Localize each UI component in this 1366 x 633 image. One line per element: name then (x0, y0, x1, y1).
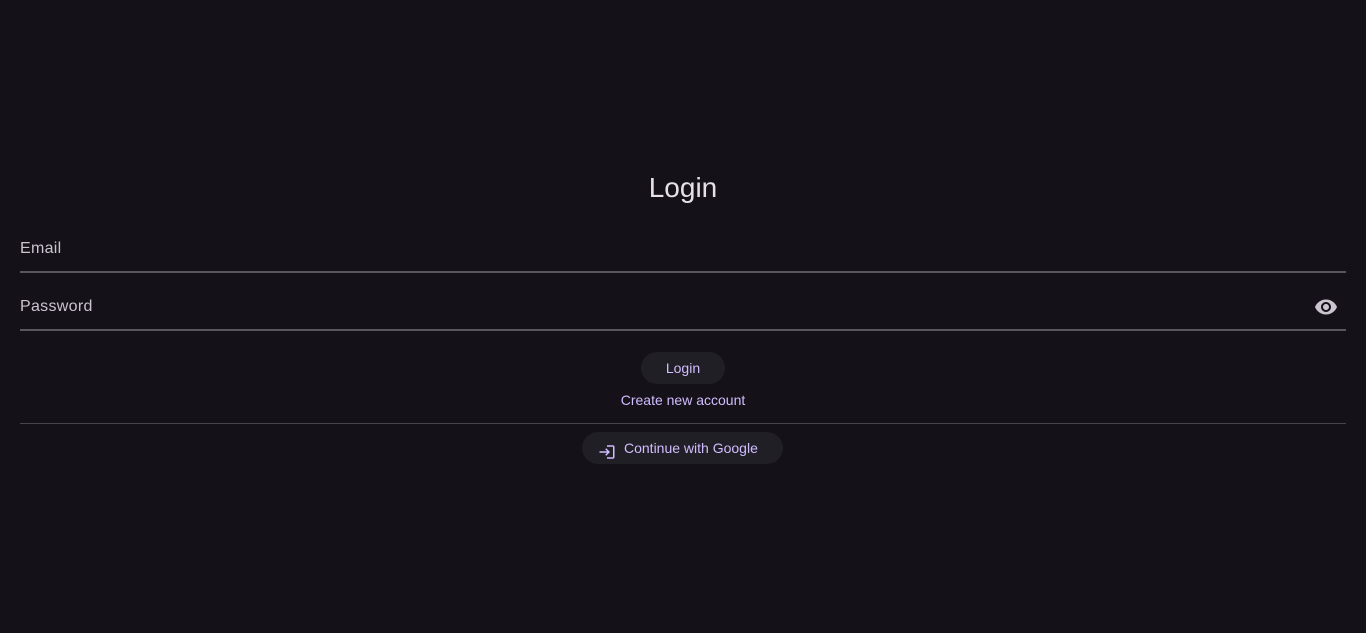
create-account-link[interactable]: Create new account (621, 392, 746, 408)
continue-with-google-button[interactable]: Continue with Google (582, 432, 783, 464)
google-button-label: Continue with Google (624, 440, 758, 456)
login-page: Login Email Password Login Create new ac… (0, 0, 1366, 633)
password-field-label: Password (20, 298, 93, 315)
password-field[interactable]: Password (20, 285, 1346, 331)
page-title: Login (648, 172, 718, 203)
email-field-label: Email (20, 240, 62, 257)
login-button[interactable]: Login (641, 352, 725, 384)
divider (20, 423, 1346, 424)
login-icon (598, 440, 616, 459)
email-field[interactable]: Email (20, 227, 1346, 273)
create-account-row: Create new account (0, 391, 1366, 409)
eye-icon[interactable] (1314, 295, 1338, 319)
